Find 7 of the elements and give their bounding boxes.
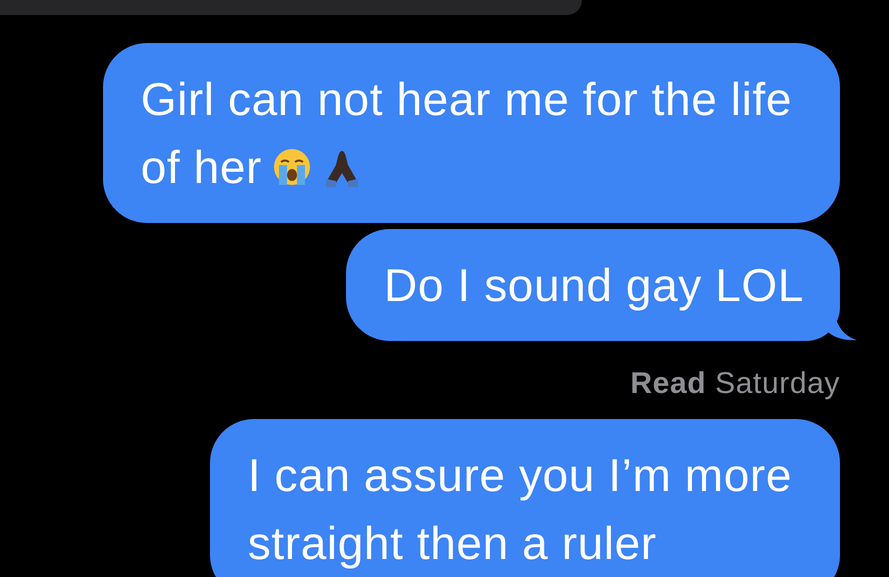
message-text: Do I sound gay LOL: [384, 258, 804, 313]
read-receipt: Read Saturday: [630, 367, 840, 401]
crying-face-icon: [272, 147, 312, 187]
message-text: of her: [140, 140, 262, 195]
message-text: straight then a ruler: [248, 516, 657, 571]
message-text: Girl can not hear me for the life: [140, 72, 792, 127]
message-text: I can assure you I’m more: [248, 448, 792, 503]
